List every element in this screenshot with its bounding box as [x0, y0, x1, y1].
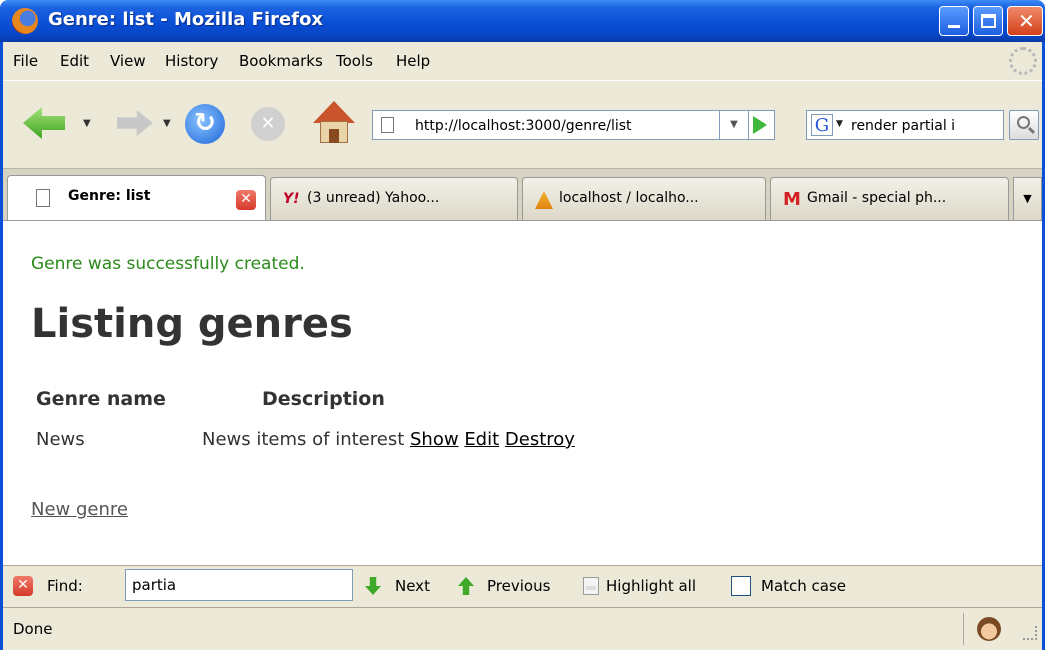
- find-next-button[interactable]: Next: [395, 577, 430, 595]
- highlight-icon[interactable]: [583, 577, 599, 595]
- destroy-link[interactable]: Destroy: [505, 429, 575, 450]
- resize-grip-icon[interactable]: [1023, 626, 1037, 640]
- minimize-button[interactable]: [939, 6, 969, 36]
- tab-genre-list[interactable]: Genre: list ✕: [7, 175, 266, 221]
- forward-arrow-icon[interactable]: [117, 110, 153, 136]
- throbber-icon: [1009, 47, 1037, 75]
- url-input[interactable]: [415, 115, 715, 137]
- firefox-logo-icon: [12, 8, 38, 34]
- reload-icon[interactable]: ↻: [185, 104, 225, 144]
- stop-icon[interactable]: ✕: [251, 107, 285, 141]
- find-previous-arrow-icon[interactable]: [458, 577, 474, 595]
- home-door: [329, 129, 339, 143]
- search-input[interactable]: [851, 115, 1001, 137]
- page-title: Listing genres: [31, 301, 353, 347]
- search-engine-icon[interactable]: G: [811, 114, 833, 136]
- window-title: Genre: list - Mozilla Firefox: [48, 9, 324, 30]
- tab-label: (3 unread) Yahoo...: [307, 190, 440, 206]
- home-icon[interactable]: [313, 101, 355, 145]
- close-icon: ✕: [1018, 9, 1035, 33]
- gmail-icon: M: [783, 189, 801, 210]
- tab-strip: Genre: list ✕ Y! (3 unread) Yahoo... loc…: [3, 168, 1042, 221]
- genre-name-cell: News: [36, 429, 85, 450]
- highlight-all-button[interactable]: Highlight all: [606, 577, 696, 595]
- close-tab-icon[interactable]: ✕: [236, 190, 256, 210]
- find-next-arrow-icon[interactable]: [365, 577, 381, 595]
- edit-link[interactable]: Edit: [464, 429, 499, 450]
- home-roof: [313, 101, 355, 123]
- page-icon: [36, 189, 50, 207]
- maximize-button[interactable]: [973, 6, 1003, 36]
- menu-edit[interactable]: Edit: [60, 52, 89, 70]
- column-header-genre-name: Genre name: [36, 388, 166, 410]
- maximize-icon: [981, 14, 996, 28]
- find-bar: ✕ Find: Next Previous Highlight all Matc…: [3, 565, 1042, 607]
- show-link[interactable]: Show: [410, 429, 459, 450]
- url-history-dropdown-icon[interactable]: ▼: [719, 110, 749, 140]
- greasemonkey-icon[interactable]: [977, 617, 1001, 641]
- search-box[interactable]: G ▼: [806, 110, 1004, 140]
- phpmyadmin-icon: [535, 191, 553, 209]
- search-button[interactable]: [1009, 110, 1039, 140]
- back-arrow-icon[interactable]: [23, 107, 65, 139]
- navigation-toolbar: ▼ ▼ ↻ ✕ ▼ G ▼: [3, 80, 1042, 168]
- new-genre-link[interactable]: New genre: [31, 499, 128, 520]
- match-case-label[interactable]: Match case: [761, 577, 846, 595]
- match-case-checkbox[interactable]: [731, 576, 751, 596]
- yahoo-icon: Y!: [283, 191, 300, 207]
- tab-label: localhost / localho...: [559, 190, 699, 206]
- tab-phpmyadmin[interactable]: localhost / localho...: [522, 177, 766, 221]
- find-input[interactable]: [125, 569, 353, 601]
- status-bar: Done: [3, 607, 1042, 650]
- magnifier-handle: [1027, 126, 1036, 135]
- forward-history-dropdown-icon[interactable]: ▼: [163, 118, 171, 129]
- tab-gmail[interactable]: M Gmail - special ph...: [770, 177, 1009, 221]
- page-content: Genre was successfully created. Listing …: [3, 220, 1042, 565]
- menu-view[interactable]: View: [110, 52, 146, 70]
- close-window-button[interactable]: ✕: [1007, 6, 1043, 36]
- back-history-dropdown-icon[interactable]: ▼: [83, 118, 91, 129]
- table-row: News items of interest Show Edit Destroy: [202, 429, 575, 450]
- url-bar[interactable]: [372, 110, 775, 140]
- tab-label: Gmail - special ph...: [807, 190, 947, 206]
- tab-label: Genre: list: [68, 188, 151, 204]
- tab-list-dropdown-icon[interactable]: ▼: [1013, 177, 1042, 221]
- title-bar: Genre: list - Mozilla Firefox ✕: [0, 0, 1045, 42]
- status-divider: [963, 613, 964, 645]
- menu-bookmarks[interactable]: Bookmarks: [239, 52, 323, 70]
- search-engine-dropdown-icon[interactable]: ▼: [836, 119, 843, 129]
- find-label: Find:: [47, 577, 83, 595]
- minimize-icon: [948, 25, 960, 28]
- column-header-description: Description: [262, 388, 385, 410]
- menu-file[interactable]: File: [13, 52, 38, 70]
- genre-description-cell: News items of interest: [202, 429, 405, 450]
- status-text: Done: [13, 620, 53, 638]
- menu-bar: File Edit View History Bookmarks Tools H…: [3, 42, 1042, 80]
- menu-tools[interactable]: Tools: [336, 52, 373, 70]
- close-findbar-icon[interactable]: ✕: [13, 576, 33, 596]
- tab-yahoo[interactable]: Y! (3 unread) Yahoo...: [270, 177, 518, 221]
- menu-history[interactable]: History: [165, 52, 218, 70]
- menu-help[interactable]: Help: [396, 52, 430, 70]
- page-icon: [381, 117, 394, 133]
- find-previous-button[interactable]: Previous: [487, 577, 550, 595]
- flash-notice: Genre was successfully created.: [31, 254, 305, 274]
